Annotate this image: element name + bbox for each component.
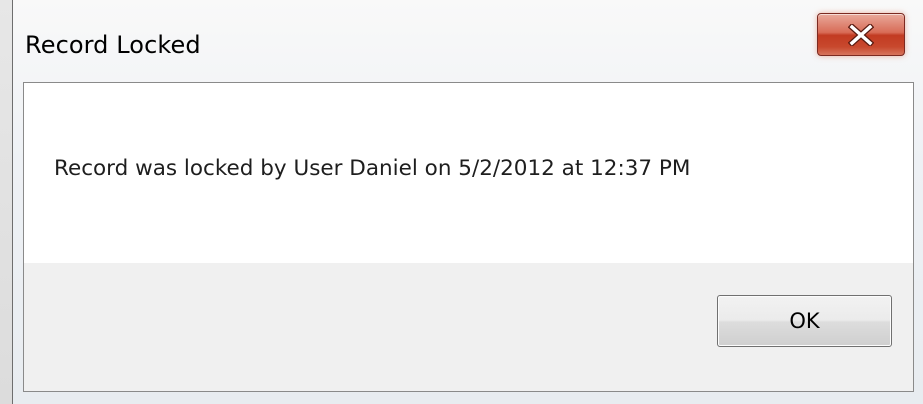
button-area: OK (24, 263, 913, 391)
ok-button[interactable]: OK (717, 295, 892, 347)
close-button[interactable] (817, 13, 905, 56)
message-text: Record was locked by User Daniel on 5/2/… (54, 156, 691, 181)
record-locked-dialog: Record Locked Record was locked by User … (12, 0, 923, 404)
dialog-title: Record Locked (25, 31, 201, 59)
close-icon (818, 14, 904, 55)
title-bar[interactable]: Record Locked (13, 0, 923, 82)
message-area: Record was locked by User Daniel on 5/2/… (24, 83, 913, 263)
dialog-body: Record was locked by User Daniel on 5/2/… (23, 82, 914, 392)
